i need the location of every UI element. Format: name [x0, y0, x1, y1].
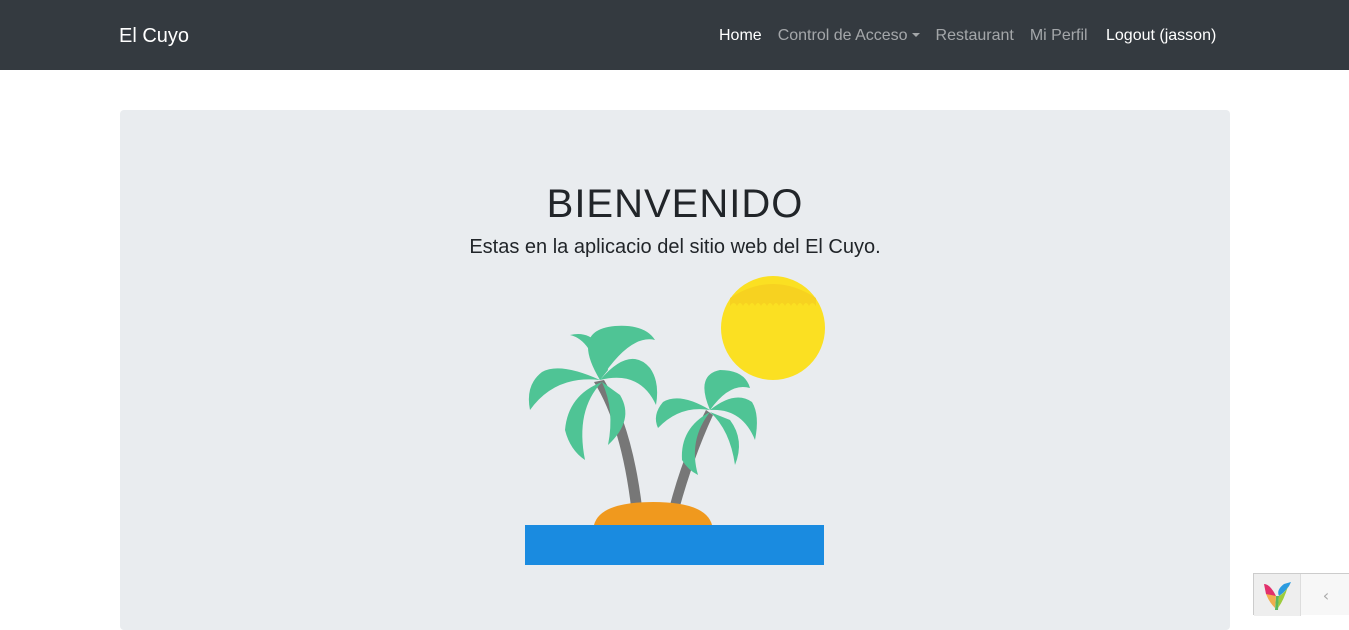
yii-logo-icon[interactable] [1254, 574, 1301, 616]
chevron-left-icon[interactable]: ‹ [1302, 574, 1349, 616]
nav-control-de-acceso-label: Control de Acceso [777, 27, 908, 44]
debug-toolbar: ‹ [1253, 573, 1349, 616]
page-subtitle: Estas en la aplicacio del sitio web del … [469, 236, 881, 258]
palm-island-sun-illustration [525, 276, 825, 565]
jumbotron: BIENVENIDO Estas en la aplicacio del sit… [120, 110, 1230, 630]
island-icon [594, 502, 712, 525]
nav-home[interactable]: Home [719, 26, 762, 46]
sun-icon [721, 276, 825, 380]
nav-mi-perfil[interactable]: Mi Perfil [1030, 26, 1088, 46]
navbar-brand[interactable]: El Cuyo [119, 24, 189, 48]
nav-restaurant[interactable]: Restaurant [936, 26, 1014, 46]
palm-leaves-icon [528, 325, 658, 460]
page-title: BIENVENIDO [546, 182, 804, 226]
navbar-menu: Home Control de Acceso Restaurant Mi Per… [719, 26, 1104, 46]
navbar: El Cuyo Home Control de Acceso Restauran… [0, 0, 1349, 70]
water-icon [525, 525, 824, 565]
nav-control-de-acceso[interactable]: Control de Acceso [778, 26, 920, 46]
logout-button[interactable]: Logout (jasson) [1106, 26, 1216, 46]
caret-down-icon [911, 33, 920, 37]
